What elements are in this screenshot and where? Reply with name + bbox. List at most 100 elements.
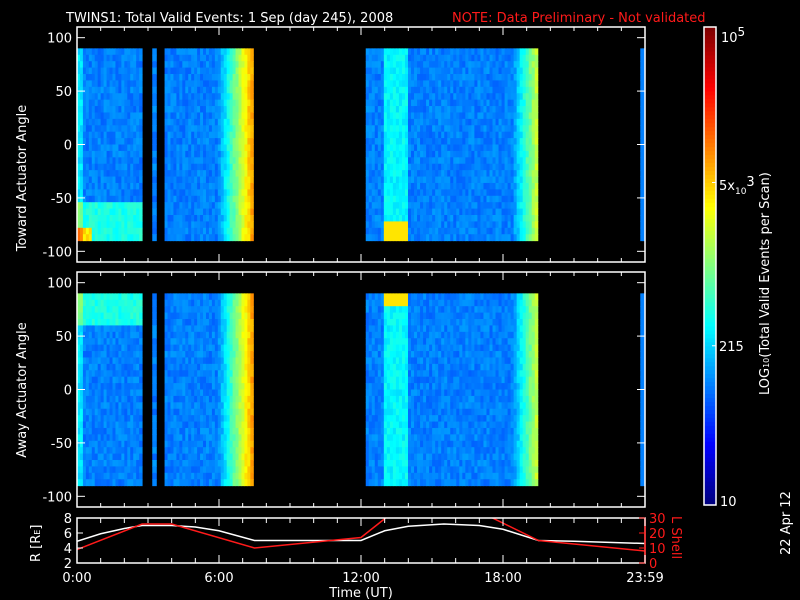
pixel [365,112,370,120]
pixel [501,118,506,126]
pixel [468,54,472,62]
pixel [79,93,84,101]
pixel [79,125,84,133]
pixel [250,138,254,145]
pixel [232,208,237,216]
pixel [489,202,494,210]
pixel [191,138,195,145]
pixel [486,157,490,165]
pixel [250,118,254,126]
pixel [106,150,111,158]
pixel [127,74,131,81]
pixel [226,376,231,384]
pixel [507,61,512,69]
pixel [176,395,180,403]
pixel [414,67,418,75]
pixel [411,176,415,184]
pixel [170,402,174,410]
pixel [130,312,134,320]
pixel [115,163,119,171]
pixel [85,189,90,197]
pixel [250,86,254,94]
pixel [383,150,388,158]
pixel [139,138,143,145]
pixel [214,440,219,448]
pixel [444,48,448,56]
pixel [429,74,433,81]
pixel [79,202,84,210]
pixel [173,182,177,190]
pixel [214,202,219,210]
pixel [97,176,102,184]
pixel [495,221,500,229]
pixel [398,112,403,120]
pixel [450,176,454,184]
pixel [170,434,174,442]
pixel [435,131,439,139]
pixel [91,189,96,197]
pixel [386,54,391,62]
pixel [133,351,137,358]
pixel [152,434,157,442]
pixel [519,195,524,203]
pixel [465,157,469,165]
pixel [133,421,137,429]
pixel [121,299,125,307]
pixel [109,408,113,416]
pixel [200,157,204,165]
pixel [223,234,228,242]
pixel [386,221,391,229]
pixel [124,344,128,352]
pixel [504,86,509,94]
pixel [226,395,231,403]
pixel [106,74,111,81]
pixel [133,138,137,145]
pixel [516,54,521,62]
pixel [182,383,186,390]
pixel [211,338,216,346]
pixel [136,125,140,133]
pixel [164,440,169,448]
pixel [211,383,216,390]
pixel [404,80,409,88]
pixel [238,460,242,467]
pixel [188,131,192,139]
pixel [170,182,174,190]
pixel [395,61,400,69]
pixel [241,221,245,229]
pixel [112,221,116,229]
pixel [182,415,186,423]
pixel [106,189,111,197]
pixel [106,221,111,229]
pixel [441,99,445,107]
pixel [450,221,454,229]
pixel [130,306,134,314]
pixel [471,112,475,120]
pixel [435,189,439,197]
pixel [244,202,248,210]
pixel [130,157,134,165]
pixel [115,376,119,384]
pixel [459,163,463,171]
pixel [203,338,207,346]
pixel [510,118,515,126]
pixel [453,157,457,165]
pixel [468,157,472,165]
pixel [188,415,192,423]
pixel [417,221,421,229]
pixel [229,54,234,62]
pixel [182,370,186,378]
pixel [447,61,451,69]
pixel [522,176,527,184]
pixel [498,202,503,210]
pixel [115,138,119,145]
pixel [498,189,503,197]
pixel [392,48,397,56]
pixel [383,157,388,165]
pixel [118,215,122,222]
pixel [200,234,204,242]
pixel [82,312,87,320]
pixel [91,163,96,171]
pixel [115,157,119,165]
pixel [522,138,527,145]
